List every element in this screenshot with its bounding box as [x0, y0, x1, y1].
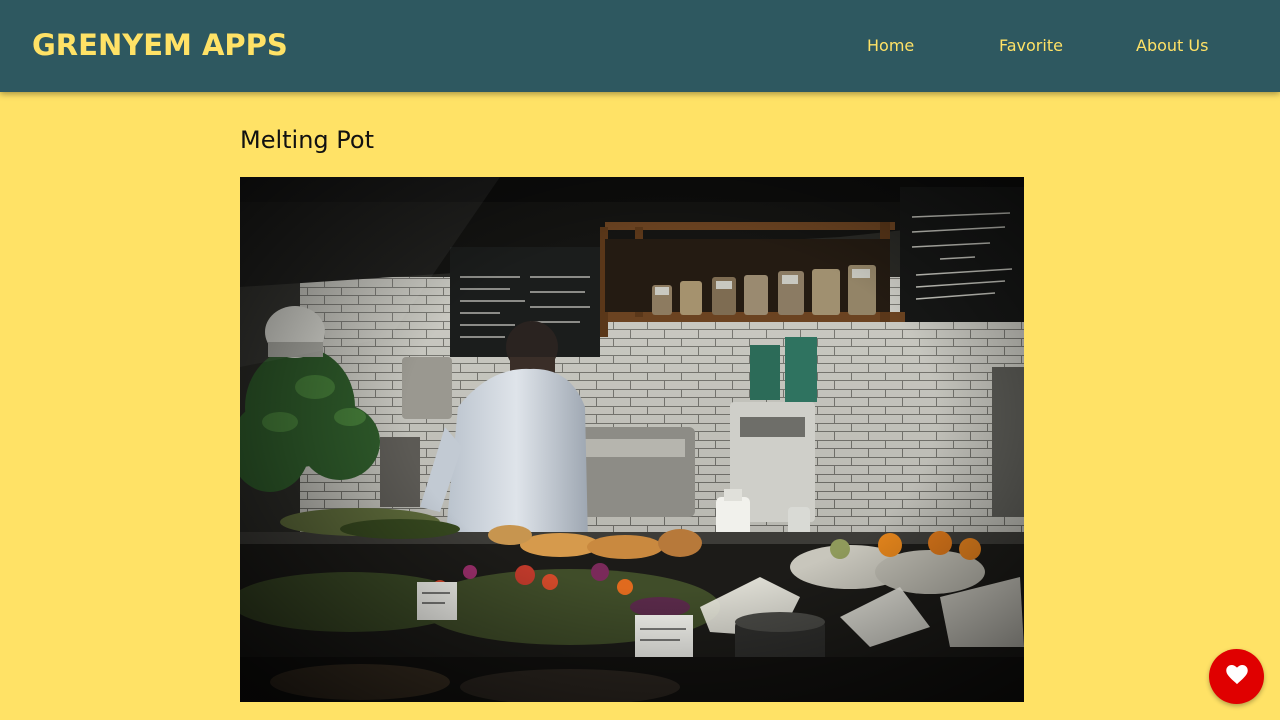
page-title: Melting Pot	[240, 126, 375, 154]
brand-logo[interactable]: GRENYEM APPS	[32, 28, 288, 62]
nav-about-link[interactable]: About Us	[1136, 36, 1208, 55]
favorite-fab-button[interactable]	[1209, 649, 1264, 704]
nav-home-link[interactable]: Home	[867, 36, 914, 55]
restaurant-photo	[240, 177, 1024, 702]
nav-favorite-link[interactable]: Favorite	[999, 36, 1063, 55]
heart-icon	[1225, 664, 1248, 689]
top-navbar: GRENYEM APPS Home Favorite About Us	[0, 0, 1280, 92]
